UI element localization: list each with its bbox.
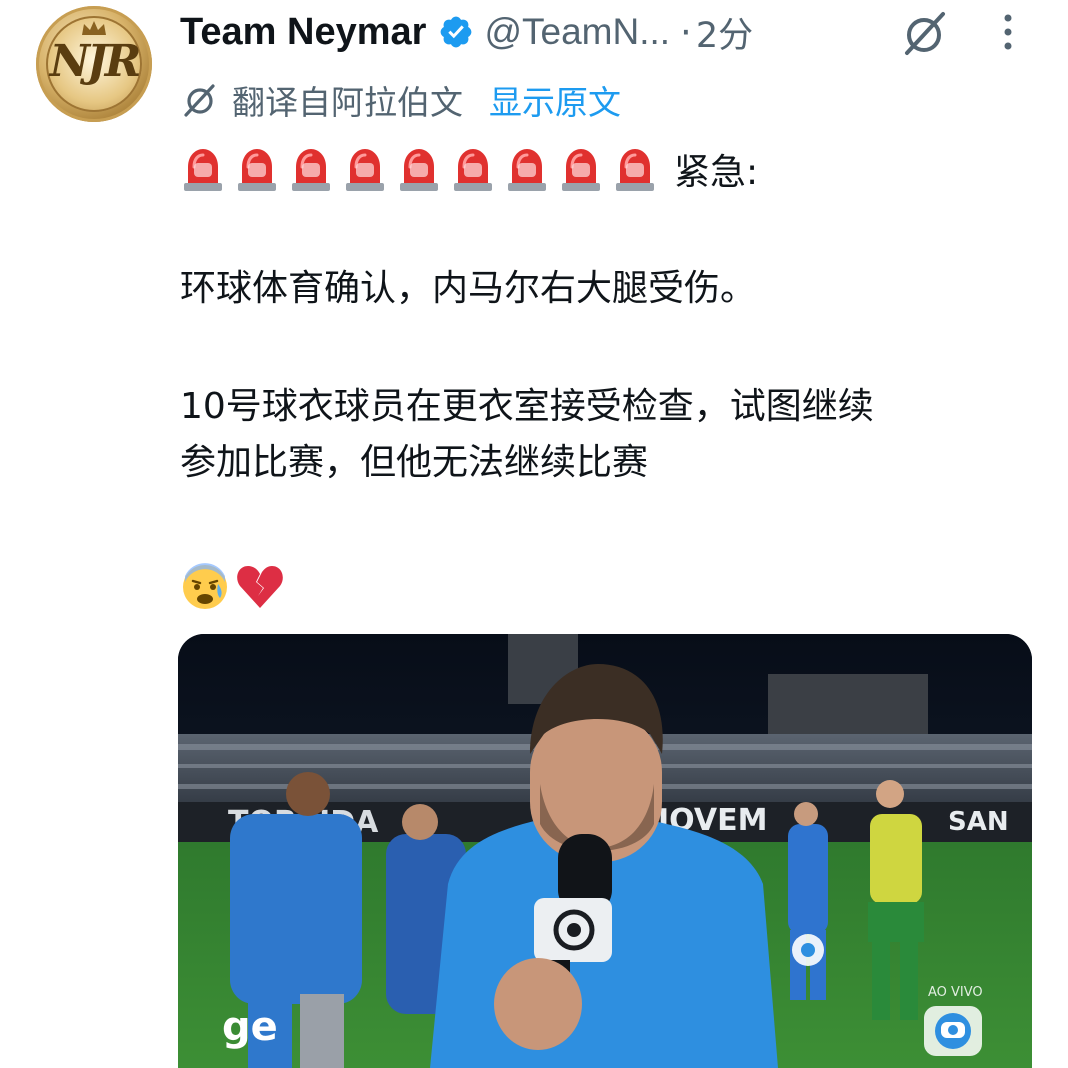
post-video[interactable]: TORCIDA JOVEM SAN — [178, 634, 1032, 1068]
verified-badge-icon — [441, 16, 472, 48]
police-siren-icon — [184, 149, 222, 191]
police-siren-icon — [346, 149, 384, 191]
grok-translate-icon — [184, 84, 215, 117]
broadcaster-logo: ge — [222, 1004, 278, 1050]
police-siren-icon — [616, 149, 654, 191]
crown-icon — [82, 21, 106, 35]
translated-from-label: 翻译自阿拉伯文 — [232, 83, 463, 122]
siren-emoji-row: 紧急: — [180, 142, 758, 196]
post-header: Team Neymar @TeamN... · 2分 — [180, 0, 753, 64]
post-paragraph-2-line-1: 10号球衣球员在更衣室接受检查，试图继续 — [180, 386, 874, 427]
show-original-link[interactable]: 显示原文 — [489, 76, 621, 124]
post-paragraph-2-line-2: 参加比赛，但他无法继续比赛 — [180, 442, 649, 483]
grok-icon[interactable] — [898, 8, 950, 60]
separator-dot: · — [680, 10, 692, 54]
police-siren-icon — [238, 149, 276, 191]
globo-logo-icon — [924, 1006, 982, 1056]
anxious-face-emoji-icon — [183, 563, 227, 609]
emoji-row — [180, 560, 286, 614]
avatar[interactable]: NJR — [36, 6, 152, 122]
live-label: AO VIVO — [928, 985, 983, 1000]
translation-bar: 翻译自阿拉伯文 显示原文 — [180, 74, 621, 126]
police-siren-icon — [454, 149, 492, 191]
banner-text-right: SAN — [948, 807, 1009, 837]
police-siren-icon — [400, 149, 438, 191]
urgent-label: 紧急: — [674, 152, 759, 193]
police-siren-icon — [562, 149, 600, 191]
author-handle[interactable]: @TeamN... — [484, 11, 670, 53]
broken-heart-emoji-icon — [237, 566, 283, 608]
avatar-monogram: NJR — [49, 36, 142, 87]
police-siren-icon — [292, 149, 330, 191]
post-paragraph-1: 环球体育确认，内马尔右大腿受伤。 — [180, 268, 757, 309]
post-timestamp[interactable]: 2分 — [696, 7, 753, 58]
police-siren-icon — [508, 149, 546, 191]
video-frame: TORCIDA JOVEM SAN — [178, 634, 1032, 1068]
author-name[interactable]: Team Neymar — [180, 11, 426, 54]
more-options-icon[interactable] — [996, 10, 1020, 58]
